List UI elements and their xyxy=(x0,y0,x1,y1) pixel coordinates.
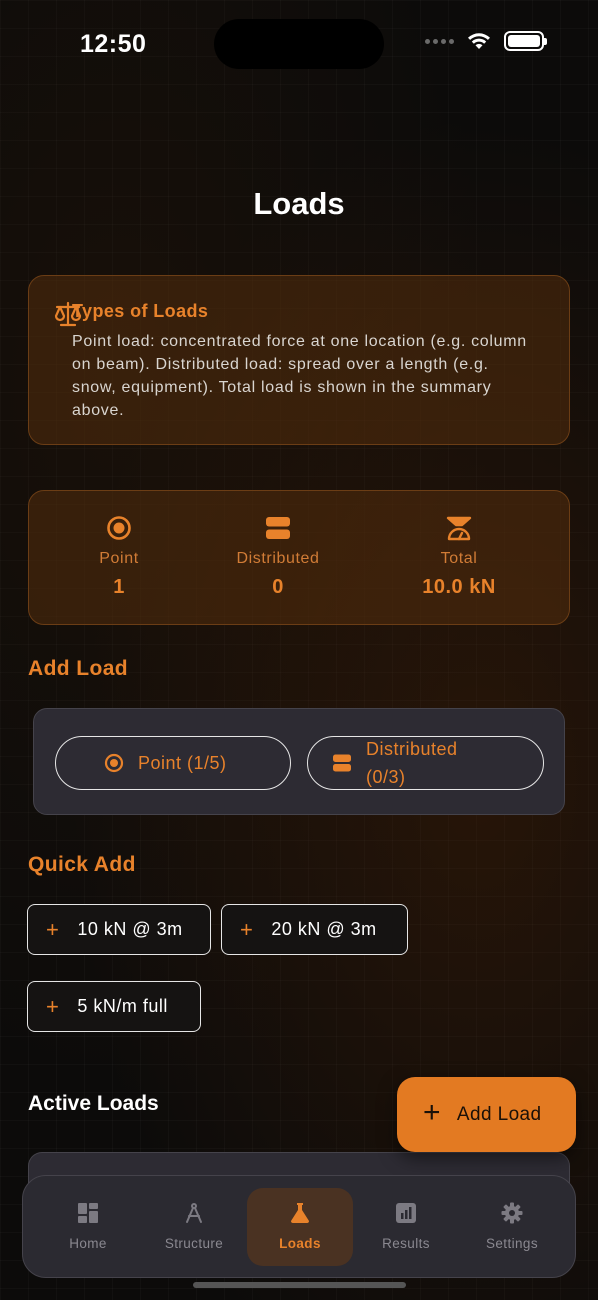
stat-value: 0 xyxy=(272,576,284,598)
plus-icon: + xyxy=(46,993,60,1019)
stat-value: 1 xyxy=(113,576,125,598)
status-time: 12:50 xyxy=(80,30,147,58)
plus-icon: + xyxy=(240,916,254,942)
battery-icon xyxy=(504,31,547,51)
distributed-icon xyxy=(332,753,352,773)
compass-icon xyxy=(186,1203,202,1223)
plus-icon: + xyxy=(46,916,60,942)
tab-bar: Home Structure Loads Results Settings xyxy=(22,1175,576,1278)
stat-value: 10.0 kN xyxy=(422,576,496,598)
tab-label: Results xyxy=(382,1236,430,1251)
info-title: Types of Loads xyxy=(72,301,209,321)
distributed-button-line2: (0/3) xyxy=(366,767,406,787)
add-distributed-load-button[interactable]: Distributed (0/3) xyxy=(307,736,544,790)
status-bar: 12:50 xyxy=(0,0,598,90)
quick-add-title: Quick Add xyxy=(28,853,136,876)
wifi-icon xyxy=(468,33,490,49)
stat-label: Point xyxy=(99,550,139,567)
chart-icon xyxy=(396,1203,416,1223)
add-point-load-button[interactable]: Point (1/5) xyxy=(55,736,291,790)
tab-label: Home xyxy=(69,1236,107,1251)
chip-label: 10 kN @ 3m xyxy=(77,919,183,939)
distributed-button-line1: Distributed xyxy=(366,739,458,759)
chip-label: 5 kN/m full xyxy=(77,996,168,1016)
add-load-title: Add Load xyxy=(28,657,129,680)
quick-add-chip[interactable]: + 20 kN @ 3m xyxy=(221,904,408,955)
point-button-label: Point (1/5) xyxy=(138,752,227,773)
cellular-signal-icon xyxy=(425,38,454,44)
gear-icon xyxy=(501,1202,523,1224)
tab-label: Loads xyxy=(279,1236,321,1251)
add-load-fab[interactable]: + Add Load xyxy=(397,1077,576,1152)
status-icons xyxy=(425,31,547,51)
add-load-panel: Point (1/5) Distributed (0/3) xyxy=(33,708,565,815)
target-icon xyxy=(107,516,131,540)
stat-label: Distributed xyxy=(236,550,320,567)
dynamic-island xyxy=(214,19,384,69)
distributed-icon xyxy=(266,517,290,539)
tab-structure[interactable]: Structure xyxy=(141,1188,247,1266)
tab-home[interactable]: Home xyxy=(35,1188,141,1266)
tab-settings[interactable]: Settings xyxy=(459,1188,565,1266)
plus-icon: + xyxy=(423,1096,441,1129)
dashboard-icon xyxy=(78,1203,98,1223)
flask-icon xyxy=(290,1203,310,1223)
tab-label: Settings xyxy=(486,1236,538,1251)
tab-loads[interactable]: Loads xyxy=(247,1188,353,1266)
page-title: Loads xyxy=(253,186,345,221)
active-loads-title: Active Loads xyxy=(28,1092,159,1115)
fab-label: Add Load xyxy=(456,1103,542,1125)
load-summary-card: Point 1 Distributed 0 Total 10.0 kN xyxy=(28,490,570,625)
target-icon xyxy=(104,753,124,773)
quick-add-chip[interactable]: + 5 kN/m full xyxy=(27,981,201,1032)
distributed-button-label: Distributed (0/3) xyxy=(366,735,458,791)
quick-add-chip[interactable]: + 10 kN @ 3m xyxy=(27,904,211,955)
info-body: Point load: concentrated force at one lo… xyxy=(72,333,527,419)
weight-scale-icon xyxy=(446,516,472,541)
tab-results[interactable]: Results xyxy=(353,1188,459,1266)
chip-label: 20 kN @ 3m xyxy=(271,919,377,939)
home-indicator[interactable] xyxy=(193,1282,406,1288)
tab-label: Structure xyxy=(164,1236,224,1251)
stat-label: Total xyxy=(440,550,478,567)
